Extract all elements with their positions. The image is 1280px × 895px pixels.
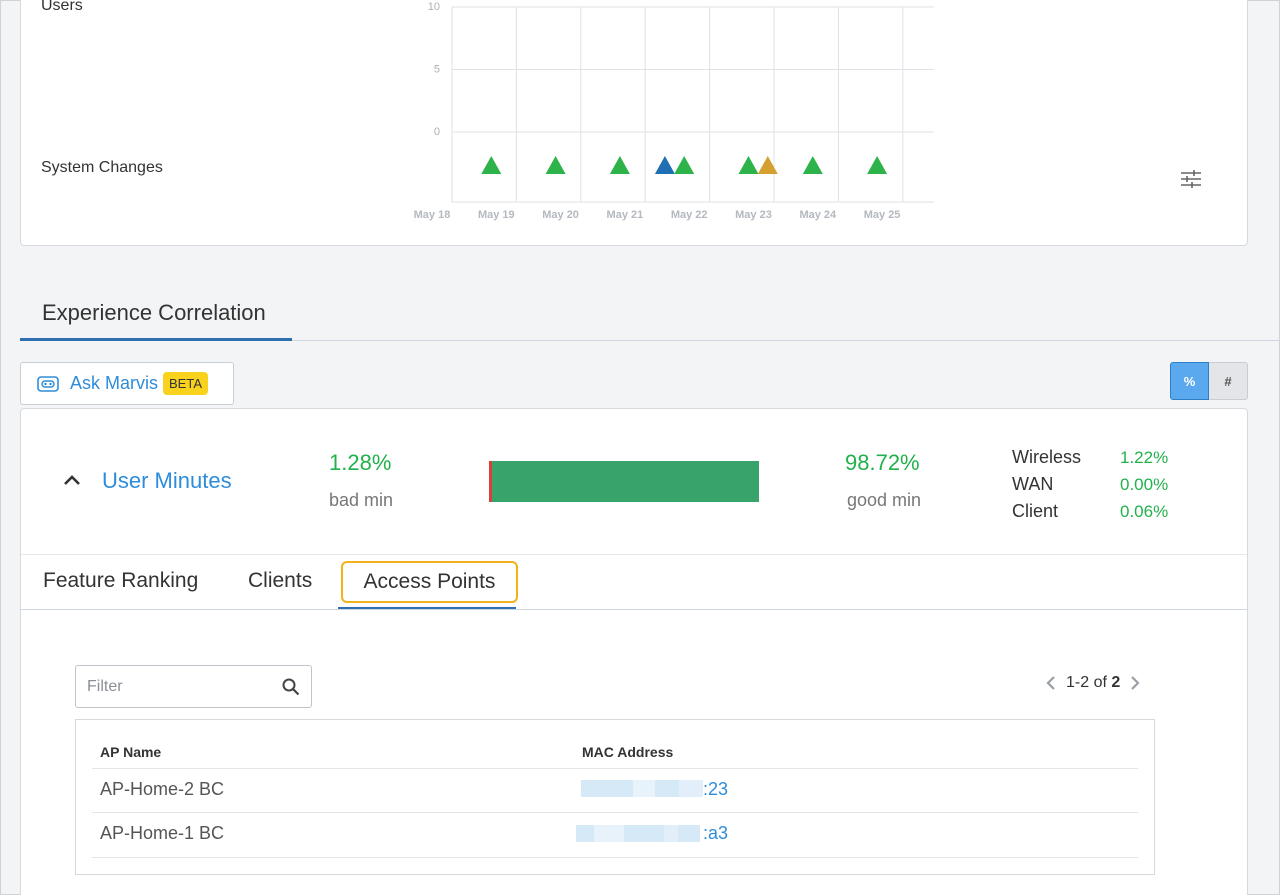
filter-field: [75, 665, 312, 708]
y-axis-ticks: 10 5 0: [428, 1, 440, 138]
x-tick-label: May 24: [799, 209, 837, 221]
ap-name-cell[interactable]: AP-Home-1 BC: [100, 823, 224, 844]
card-divider: [21, 554, 1247, 555]
breakdown-name: Client: [1012, 501, 1059, 521]
tab-access-points[interactable]: Access Points: [341, 561, 518, 603]
section-title-underline: [20, 338, 292, 341]
ap-name-cell[interactable]: AP-Home-2 BC: [100, 779, 224, 800]
good-minutes-label: good min: [847, 490, 922, 510]
bad-minutes-segment: [489, 461, 492, 502]
user-minutes-link[interactable]: User Minutes: [102, 468, 232, 494]
marvis-icon: [37, 375, 59, 392]
pagination: 1-2 of 2: [1044, 673, 1142, 693]
breakdown-name: WAN: [1012, 474, 1054, 494]
row-divider: [92, 857, 1138, 858]
bad-minutes-label: bad min: [329, 490, 394, 510]
breakdown-name: Wireless: [1012, 447, 1082, 467]
sliders-icon[interactable]: [1180, 170, 1202, 188]
system-change-marker: [802, 156, 823, 174]
x-tick-label: May 20: [542, 209, 579, 221]
system-change-marker: [654, 156, 675, 174]
system-change-marker: [481, 156, 502, 174]
unit-toggle: % #: [1170, 362, 1248, 400]
tab-feature-ranking[interactable]: Feature Ranking: [43, 569, 198, 593]
system-change-marker: [757, 156, 778, 174]
active-tab-underline: [338, 607, 516, 609]
x-axis-ticks: May 18 May 19 May 20 May 21 May 22 May 23 May …: [414, 209, 901, 221]
bad-minutes-percent: 1.28%: [329, 450, 392, 475]
percent-toggle-button[interactable]: %: [1170, 362, 1209, 400]
ask-marvis-label: Ask Marvis: [70, 373, 159, 393]
x-tick-label: May 19: [478, 209, 515, 221]
row-divider: [92, 812, 1138, 813]
chevron-up-icon[interactable]: [62, 470, 82, 490]
x-tick-label: May 23: [735, 209, 772, 221]
x-tick-label: May 21: [607, 209, 644, 221]
system-change-marker: [867, 156, 888, 174]
tab-clients[interactable]: Clients: [248, 569, 312, 593]
search-icon[interactable]: [281, 677, 301, 697]
breakdown-row-wireless: Wireless 1.22%: [1012, 444, 1192, 471]
breakdown-row-wan: WAN 0.00%: [1012, 471, 1192, 498]
tabs-divider: [21, 609, 1247, 610]
breakdown-value: 0.06%: [1120, 501, 1169, 521]
filter-input[interactable]: [87, 677, 267, 697]
mac-address-link[interactable]: :a3: [703, 823, 728, 844]
breakdown-value: 0.00%: [1120, 474, 1169, 494]
count-toggle-button[interactable]: #: [1209, 362, 1248, 400]
system-change-marker: [674, 156, 695, 174]
y-tick-label: 10: [428, 1, 440, 13]
pagination-range: 1-2 of 2: [1066, 674, 1120, 692]
user-minutes-bar: [489, 461, 759, 502]
y-tick-label: 5: [434, 64, 440, 76]
redacted-mac-mask: [581, 780, 703, 797]
x-tick-label: May 25: [864, 209, 901, 221]
mac-address-link[interactable]: :23: [703, 779, 728, 800]
system-change-markers: [481, 156, 888, 174]
chevron-left-icon[interactable]: [1044, 674, 1058, 692]
pagination-range-text: 1-2 of: [1066, 674, 1107, 691]
breakdown-row-client: Client 0.06%: [1012, 498, 1192, 525]
redacted-mac-mask: [576, 825, 700, 842]
bad-minutes-breakdown: Wireless 1.22% WAN 0.00% Client 0.06%: [1012, 444, 1192, 525]
x-tick-label: May 22: [671, 209, 708, 221]
section-title[interactable]: Experience Correlation: [42, 300, 266, 326]
good-minutes-percent: 98.72%: [845, 450, 920, 475]
chevron-right-icon[interactable]: [1128, 674, 1142, 692]
x-tick-label: May 18: [414, 209, 451, 221]
timeline-chart: 10 5 0 May 18 May 19 May 20 May 21 May 22 May 2…: [414, 1, 934, 221]
pagination-total: 2: [1111, 674, 1121, 691]
column-header-mac-address[interactable]: MAC Address: [582, 744, 673, 760]
system-change-marker: [545, 156, 566, 174]
y-tick-label: 0: [434, 126, 440, 138]
system-change-marker: [738, 156, 759, 174]
breakdown-value: 1.22%: [1120, 447, 1169, 467]
row-divider: [92, 768, 1138, 769]
ask-marvis-button[interactable]: Ask Marvis BETA: [20, 362, 234, 405]
system-change-marker: [609, 156, 630, 174]
access-points-table: [75, 719, 1155, 875]
column-header-ap-name[interactable]: AP Name: [100, 744, 161, 760]
beta-badge: BETA: [163, 372, 209, 395]
